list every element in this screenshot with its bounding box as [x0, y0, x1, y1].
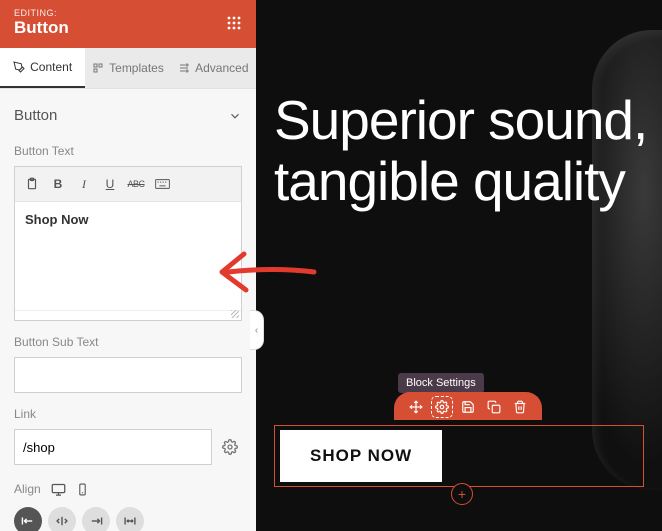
block-settings-button[interactable] — [434, 399, 450, 415]
drag-handle-icon[interactable] — [226, 15, 242, 31]
desktop-icon[interactable] — [49, 479, 69, 499]
paste-icon[interactable] — [21, 173, 43, 195]
tab-advanced[interactable]: Advanced — [171, 48, 256, 88]
align-left-button[interactable] — [14, 507, 42, 531]
tab-templates-label: Templates — [109, 61, 164, 75]
button-text-label: Button Text — [14, 144, 242, 158]
underline-button[interactable]: U — [99, 173, 121, 195]
block-settings-tooltip: Block Settings — [398, 373, 484, 393]
italic-button[interactable]: I — [73, 173, 95, 195]
collapse-panel-button[interactable]: ‹ — [250, 310, 264, 350]
bold-button[interactable]: B — [47, 173, 69, 195]
panel-body: Button Button Text B I U ABC Shop Now Bu… — [0, 89, 256, 531]
duplicate-block-button[interactable] — [486, 399, 502, 415]
rte-toolbar: B I U ABC — [15, 167, 241, 202]
save-block-button[interactable] — [460, 399, 476, 415]
align-justify-button[interactable] — [116, 507, 144, 531]
strikethrough-button[interactable]: ABC — [125, 173, 147, 195]
preview-canvas: Superior sound, tangible quality Block S… — [256, 0, 662, 531]
section-toggle-button[interactable]: Button — [14, 103, 242, 138]
tab-advanced-label: Advanced — [195, 61, 248, 75]
button-text-input[interactable]: Shop Now — [15, 202, 241, 310]
chevron-down-icon — [228, 109, 242, 123]
move-block-button[interactable] — [408, 399, 424, 415]
tab-templates[interactable]: Templates — [85, 48, 170, 88]
link-settings-button[interactable] — [218, 435, 242, 459]
hero-heading: Superior sound, tangible quality — [274, 90, 662, 211]
editor-header: EDITING: Button — [0, 0, 256, 48]
section-title: Button — [14, 107, 57, 124]
align-label: Align — [14, 482, 41, 496]
resize-handle[interactable] — [15, 310, 241, 320]
mobile-icon[interactable] — [73, 479, 93, 499]
editor-panel: EDITING: Button Content Templates Advanc… — [0, 0, 256, 531]
keyboard-icon[interactable] — [151, 173, 173, 195]
tab-content-label: Content — [30, 60, 72, 74]
rich-text-editor: B I U ABC Shop Now — [14, 166, 242, 321]
editing-label: EDITING: — [14, 8, 69, 18]
align-center-button[interactable] — [48, 507, 76, 531]
tab-content[interactable]: Content — [0, 48, 85, 88]
sub-text-input[interactable] — [14, 357, 242, 393]
button-block-selected[interactable]: SHOP NOW — [274, 425, 644, 487]
block-toolbar — [394, 392, 542, 420]
cta-button[interactable]: SHOP NOW — [280, 430, 442, 482]
align-right-button[interactable] — [82, 507, 110, 531]
link-label: Link — [14, 407, 242, 421]
editing-title: Button — [14, 18, 69, 38]
link-input[interactable] — [14, 429, 212, 465]
delete-block-button[interactable] — [512, 399, 528, 415]
tabs: Content Templates Advanced — [0, 48, 256, 89]
gear-icon — [222, 439, 238, 455]
add-block-button[interactable]: + — [451, 483, 473, 505]
sub-text-label: Button Sub Text — [14, 335, 242, 349]
